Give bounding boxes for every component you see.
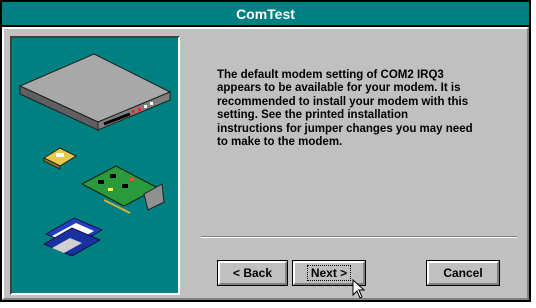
external-modem-icon xyxy=(18,53,172,131)
next-button-label: Next > xyxy=(306,265,352,281)
internal-modem-card-icon xyxy=(80,165,165,214)
button-separator xyxy=(201,236,517,238)
pc-card-modem-icon xyxy=(42,147,78,170)
cancel-button[interactable]: Cancel xyxy=(426,260,500,286)
info-message: The default modem setting of COM2 IRQ3 a… xyxy=(217,69,473,149)
floppy-disks-icon xyxy=(42,217,104,257)
back-button-label: < Back xyxy=(232,266,273,280)
illustration-panel xyxy=(10,36,180,295)
window-title: ComTest xyxy=(236,5,295,22)
title-bar[interactable]: ComTest xyxy=(2,2,529,27)
cancel-button-label: Cancel xyxy=(443,266,483,280)
arrow-cursor-icon xyxy=(352,279,366,299)
back-button[interactable]: < Back xyxy=(217,260,288,286)
